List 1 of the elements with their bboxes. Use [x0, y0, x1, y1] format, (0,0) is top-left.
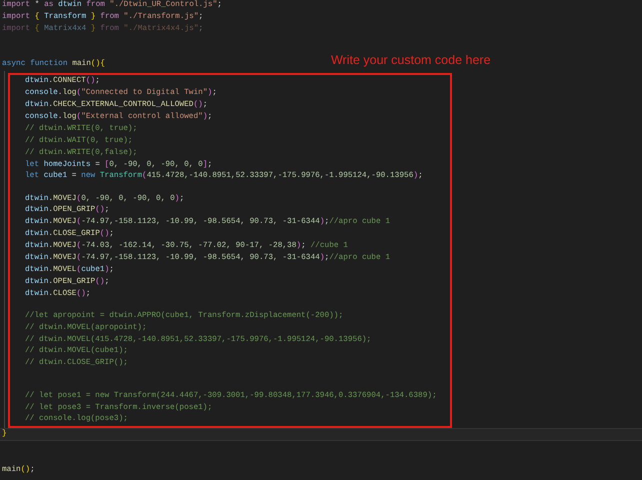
annotation-label: Write your custom code here — [330, 54, 491, 66]
